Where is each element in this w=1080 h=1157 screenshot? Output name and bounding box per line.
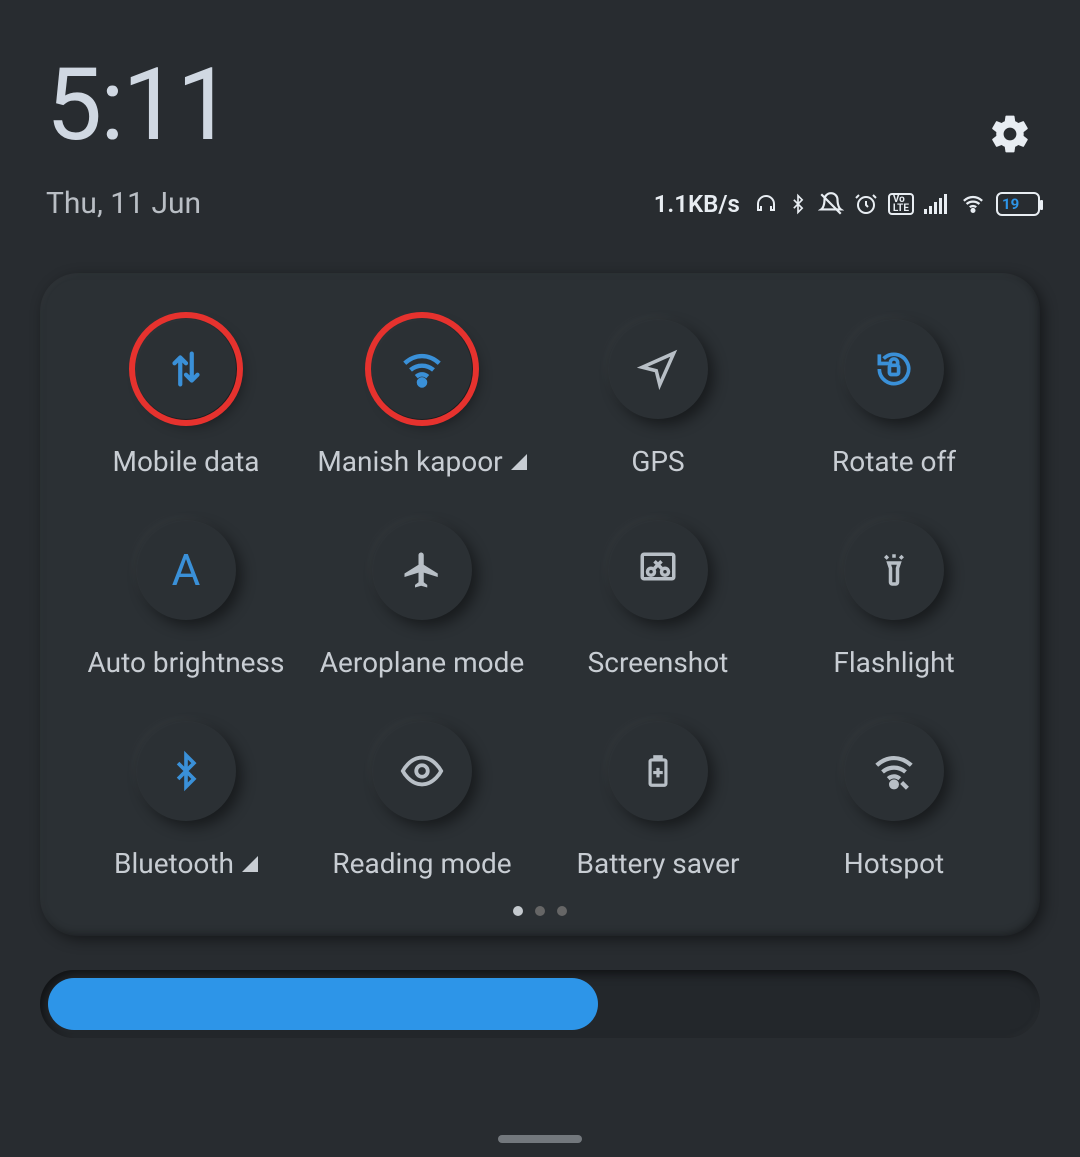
- airplane-icon: [401, 549, 443, 591]
- flashlight-toggle[interactable]: [844, 520, 944, 620]
- tile-gps: GPS: [540, 319, 776, 478]
- aeroplane-toggle[interactable]: [372, 520, 472, 620]
- battery-saver-label: Battery saver: [577, 847, 740, 880]
- page-dot-2: [535, 906, 545, 916]
- wifi-label[interactable]: Manish kapoor: [317, 445, 526, 478]
- page-dot-1: [513, 906, 523, 916]
- cellular-signal-icon: [924, 194, 950, 214]
- wifi-toggle[interactable]: [372, 319, 472, 419]
- mobile-data-label: Mobile data: [113, 445, 260, 478]
- page-indicator[interactable]: [68, 906, 1012, 916]
- bluetooth-icon: [167, 749, 205, 793]
- battery-plus-icon: [639, 749, 677, 793]
- dnd-off-icon: [818, 191, 844, 217]
- header: 5:11 Thu, 11 Jun 1.1KB/s VoLTE 19: [0, 0, 1080, 221]
- quick-settings-panel: Mobile data Manish kapoor GPS Rotate off: [40, 273, 1040, 936]
- tile-screenshot: Screenshot: [540, 520, 776, 679]
- chevron-icon: [511, 454, 527, 470]
- settings-button[interactable]: [986, 110, 1034, 158]
- auto-brightness-label: Auto brightness: [88, 646, 285, 679]
- rotate-label: Rotate off: [832, 445, 956, 478]
- auto-brightness-toggle[interactable]: A: [136, 520, 236, 620]
- bluetooth-label[interactable]: Bluetooth: [114, 847, 258, 880]
- alarm-icon: [854, 192, 878, 216]
- gps-label: GPS: [631, 445, 684, 478]
- tile-bluetooth: Bluetooth: [68, 721, 304, 880]
- brightness-fill: [48, 978, 598, 1030]
- reading-label: Reading mode: [332, 847, 511, 880]
- data-arrows-icon: [163, 346, 209, 392]
- tile-mobile-data: Mobile data: [68, 319, 304, 478]
- hotspot-toggle[interactable]: [844, 721, 944, 821]
- brightness-slider[interactable]: [40, 970, 1040, 1038]
- scissors-icon: [637, 549, 679, 591]
- gps-toggle[interactable]: [608, 319, 708, 419]
- battery-saver-toggle[interactable]: [608, 721, 708, 821]
- eye-icon: [399, 748, 445, 794]
- tiles-grid: Mobile data Manish kapoor GPS Rotate off: [68, 319, 1012, 880]
- bluetooth-toggle[interactable]: [136, 721, 236, 821]
- nav-handle[interactable]: [498, 1135, 582, 1143]
- chevron-icon: [242, 856, 258, 872]
- hotspot-icon: [871, 748, 917, 794]
- status-bar: 1.1KB/s VoLTE 19: [654, 190, 1040, 218]
- tile-reading: Reading mode: [304, 721, 540, 880]
- location-arrow-icon: [637, 348, 679, 390]
- gear-icon: [988, 112, 1032, 156]
- rotate-toggle[interactable]: [844, 319, 944, 419]
- screenshot-toggle[interactable]: [608, 520, 708, 620]
- clock-time: 5:11: [46, 56, 1034, 156]
- battery-indicator: 19: [996, 192, 1040, 216]
- reading-toggle[interactable]: [372, 721, 472, 821]
- rotate-lock-icon: [872, 347, 916, 391]
- wifi-icon: [399, 346, 445, 392]
- tile-auto-brightness: A Auto brightness: [68, 520, 304, 679]
- bluetooth-status-icon: [788, 192, 808, 216]
- headphone-icon: [754, 192, 778, 216]
- tile-rotate: Rotate off: [776, 319, 1012, 478]
- flashlight-label: Flashlight: [833, 646, 954, 679]
- tile-wifi: Manish kapoor: [304, 319, 540, 478]
- tile-battery-saver: Battery saver: [540, 721, 776, 880]
- screenshot-label: Screenshot: [588, 646, 729, 679]
- mobile-data-toggle[interactable]: [136, 319, 236, 419]
- battery-percentage: 19: [1000, 195, 1021, 213]
- torch-icon: [873, 549, 915, 591]
- hotspot-label: Hotspot: [844, 847, 944, 880]
- tile-aeroplane: Aeroplane mode: [304, 520, 540, 679]
- tile-hotspot: Hotspot: [776, 721, 1012, 880]
- aeroplane-label: Aeroplane mode: [320, 646, 524, 679]
- letter-a-icon: A: [172, 544, 201, 596]
- volte-icon: VoLTE: [888, 193, 914, 215]
- tile-flashlight: Flashlight: [776, 520, 1012, 679]
- wifi-status-icon: [960, 193, 986, 215]
- network-speed: 1.1KB/s: [654, 190, 740, 218]
- page-dot-3: [557, 906, 567, 916]
